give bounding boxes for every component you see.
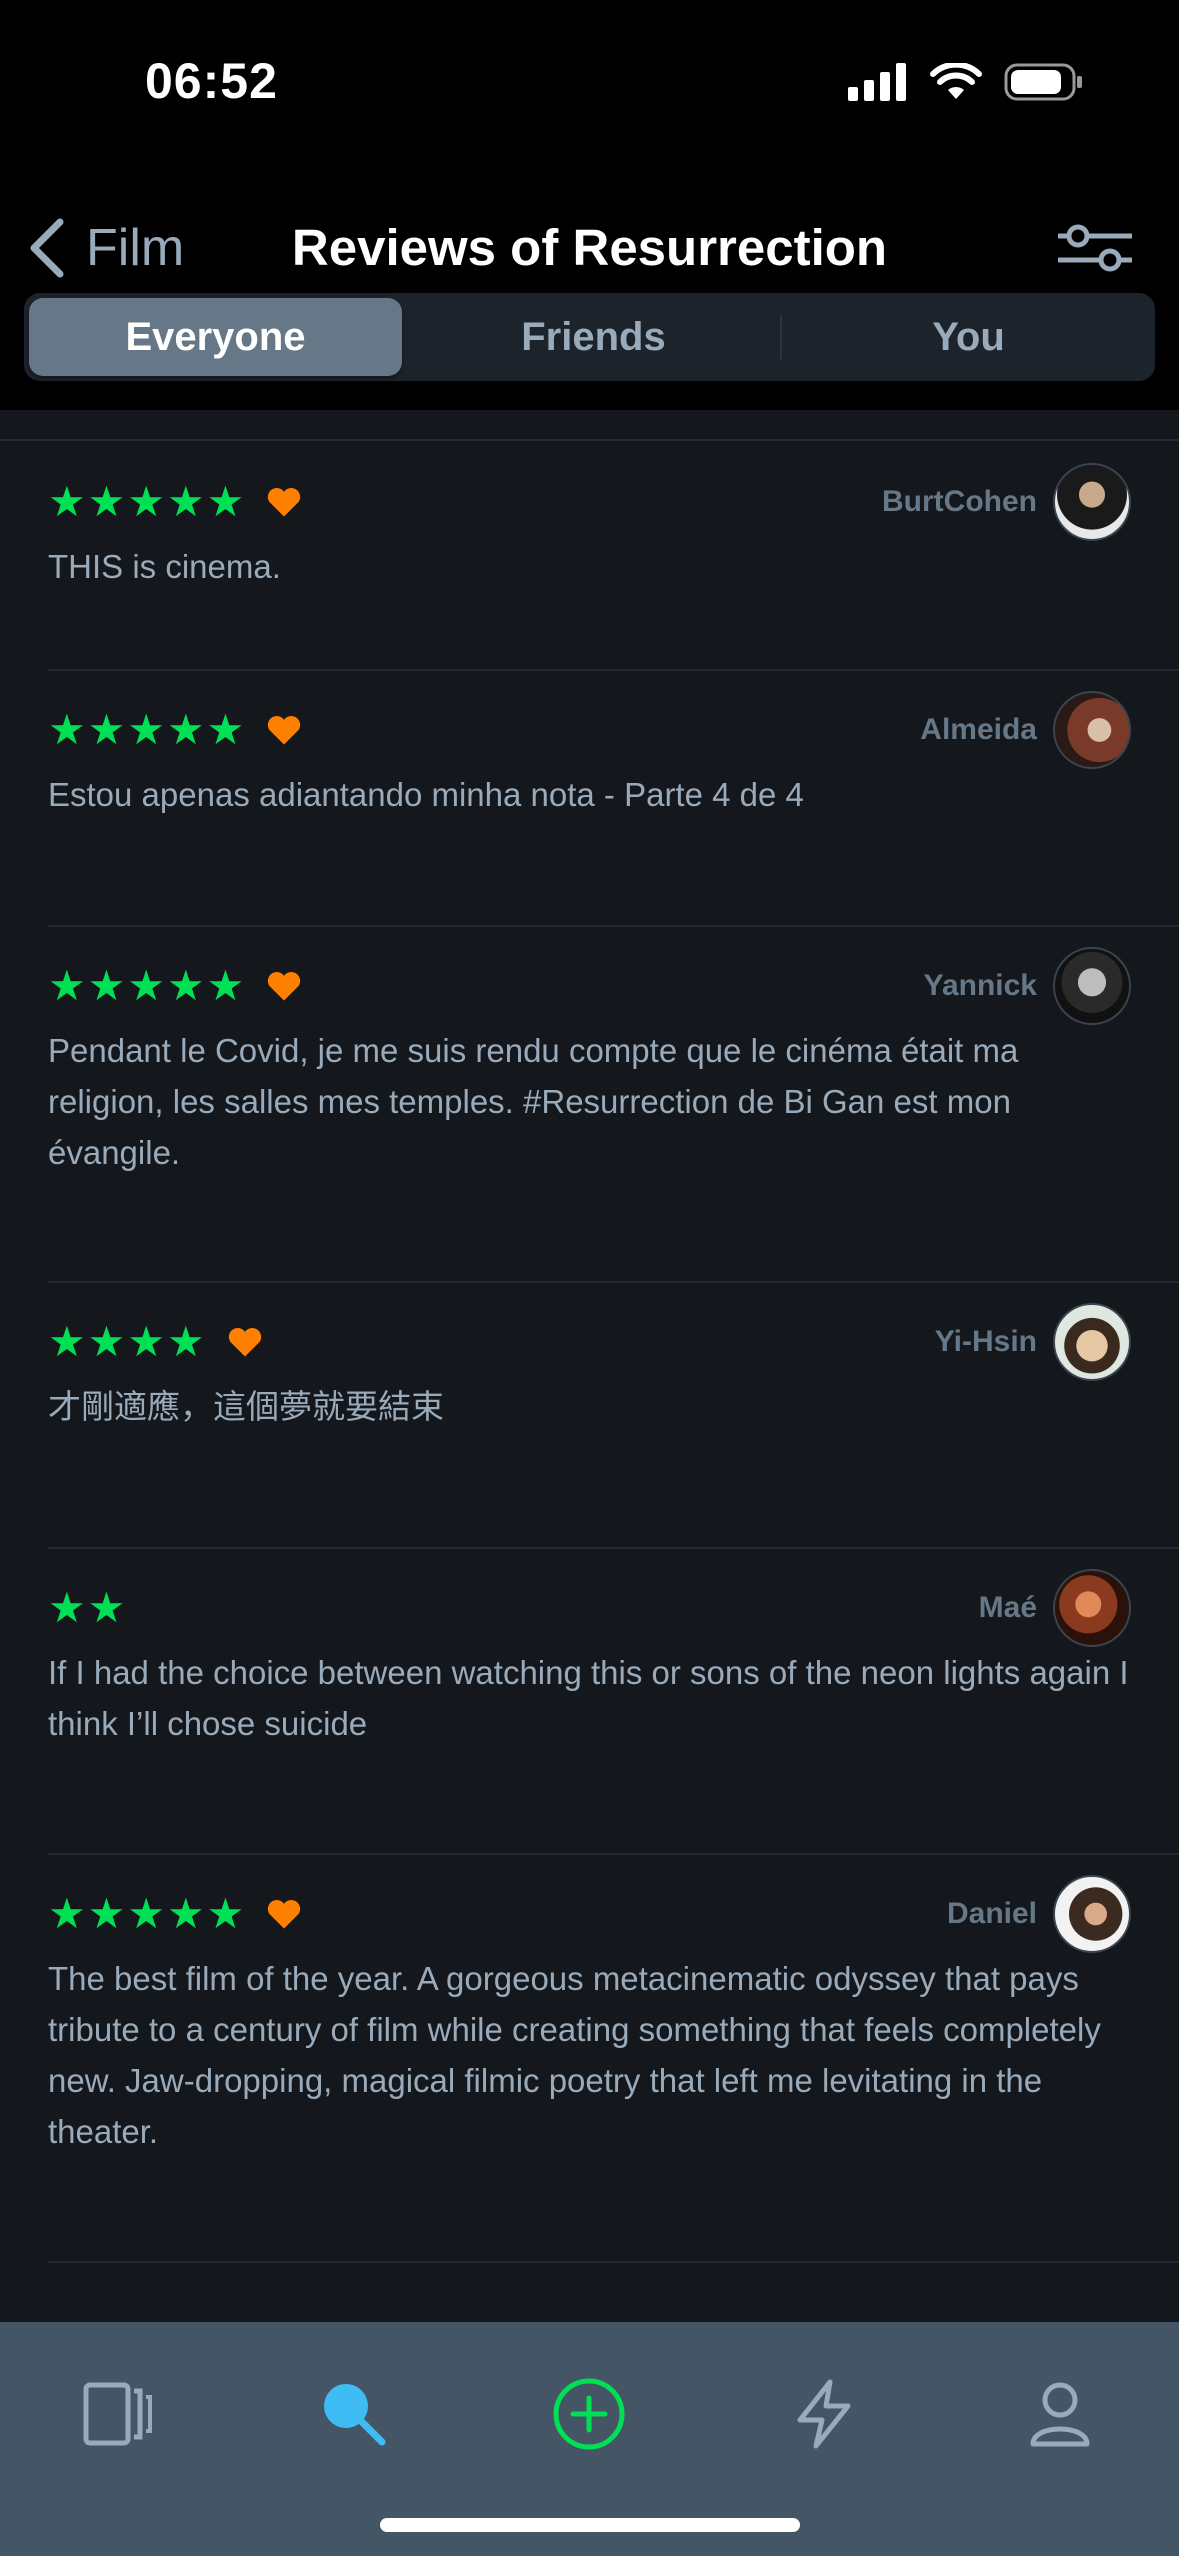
status-icons bbox=[848, 62, 1084, 102]
films-icon bbox=[83, 2382, 152, 2446]
star-icon: ★ bbox=[48, 1318, 86, 1365]
star-icon: ★ bbox=[206, 478, 245, 525]
segment-friends[interactable]: Friends bbox=[407, 293, 780, 381]
star-icon: ★ bbox=[166, 962, 205, 1009]
star-icon: ★ bbox=[127, 1318, 165, 1365]
star-icon: ★ bbox=[48, 1584, 86, 1631]
home-indicator[interactable] bbox=[380, 2518, 800, 2532]
heart-icon bbox=[266, 714, 302, 746]
avatar bbox=[1053, 1303, 1131, 1381]
review-item[interactable]: ★ ★ ★ ★ ★ Almeida Estou apenas adiantando mi… bbox=[48, 669, 1179, 927]
star-rating: ★ ★ ★ ★ ★ bbox=[48, 965, 302, 1007]
segment-everyone[interactable]: Everyone bbox=[29, 298, 402, 376]
username: Almeida bbox=[920, 713, 1037, 746]
review-item[interactable]: ★ ★ ★ ★ ★ Daniel The best film of the year. … bbox=[48, 1853, 1179, 2263]
review-text: The best film of the year. A gorgeous me… bbox=[48, 1960, 1101, 2150]
review-item[interactable]: ★ ★ ★ ★ Yi-Hsin 才剛適應，這個夢就要結束 bbox=[48, 1281, 1179, 1549]
review-author[interactable]: BurtCohen bbox=[882, 463, 1131, 541]
username: Maé bbox=[978, 1591, 1037, 1624]
star-icon: ★ bbox=[127, 478, 165, 525]
status-time: 06:52 bbox=[145, 53, 278, 109]
heart-icon bbox=[227, 1326, 263, 1358]
add-icon bbox=[553, 2378, 625, 2450]
star-icon: ★ bbox=[87, 1318, 126, 1365]
filter-button[interactable] bbox=[1049, 208, 1139, 288]
activity-icon bbox=[797, 2379, 851, 2449]
status-bar: 06:52 bbox=[0, 0, 1179, 170]
star-rating: ★ ★ ★ ★ ★ bbox=[48, 1893, 302, 1935]
review-item[interactable]: ★ ★ ★ ★ ★ BurtCohen THIS is cinema. bbox=[48, 441, 1179, 671]
review-text: Estou apenas adiantando minha nota - Par… bbox=[48, 776, 804, 813]
star-icon: ★ bbox=[166, 1890, 205, 1937]
star-icon: ★ bbox=[166, 478, 205, 525]
avatar bbox=[1053, 1875, 1131, 1953]
review-author[interactable]: Maé bbox=[979, 1569, 1131, 1647]
star-icon: ★ bbox=[166, 706, 205, 753]
star-icon: ★ bbox=[127, 706, 165, 753]
username: Yi-Hsin bbox=[934, 1325, 1037, 1358]
profile-icon bbox=[1030, 2382, 1090, 2447]
tab-search[interactable] bbox=[304, 2364, 404, 2464]
heart-icon bbox=[266, 970, 302, 1002]
username: Daniel bbox=[946, 1897, 1037, 1930]
tab-activity[interactable] bbox=[774, 2364, 874, 2464]
star-icon: ★ bbox=[87, 962, 126, 1009]
star-icon: ★ bbox=[87, 478, 126, 525]
review-list[interactable]: ★ ★ ★ ★ ★ BurtCohen THIS is cinema. ★ ★ ★ ★ ★ Al… bbox=[0, 410, 1179, 2322]
review-text: If I had the choice between watching thi… bbox=[48, 1654, 1129, 1742]
segmented-control: Everyone Friends You bbox=[24, 293, 1155, 381]
avatar bbox=[1053, 947, 1131, 1025]
avatar bbox=[1053, 691, 1131, 769]
star-rating: ★ ★ ★ ★ ★ bbox=[48, 481, 302, 523]
star-icon: ★ bbox=[48, 478, 86, 525]
page-title: Reviews of Resurrection bbox=[291, 219, 888, 276]
battery-icon bbox=[1004, 63, 1082, 101]
star-icon: ★ bbox=[48, 706, 86, 753]
wifi-icon bbox=[930, 63, 982, 99]
star-icon: ★ bbox=[127, 1890, 165, 1937]
review-author[interactable]: Yannick bbox=[924, 947, 1131, 1025]
review-text: Pendant le Covid, je me suis rendu compt… bbox=[48, 1032, 1019, 1171]
review-text: THIS is cinema. bbox=[48, 548, 281, 585]
tab-films[interactable] bbox=[68, 2364, 168, 2464]
search-icon bbox=[324, 2384, 386, 2446]
review-item[interactable]: ★ ★ ★ ★ ★ Yannick Pendant le Covid, je me su… bbox=[48, 925, 1179, 1283]
star-icon: ★ bbox=[206, 1890, 245, 1937]
sliders-icon bbox=[1058, 224, 1132, 272]
review-author[interactable]: Yi-Hsin bbox=[935, 1303, 1131, 1381]
star-icon: ★ bbox=[48, 1890, 86, 1937]
star-icon: ★ bbox=[206, 962, 245, 1009]
star-icon: ★ bbox=[48, 962, 86, 1009]
star-icon: ★ bbox=[87, 706, 126, 753]
avatar bbox=[1053, 1569, 1131, 1647]
tab-profile[interactable] bbox=[1010, 2364, 1110, 2464]
username: Yannick bbox=[923, 969, 1037, 1002]
heart-icon bbox=[266, 486, 302, 518]
star-icon: ★ bbox=[87, 1890, 126, 1937]
nav-bar: Film Reviews of Resurrection Everyone Fr… bbox=[0, 170, 1179, 410]
heart-icon bbox=[266, 1898, 302, 1930]
star-rating: ★ ★ ★ ★ bbox=[48, 1321, 263, 1363]
review-author[interactable]: Daniel bbox=[947, 1875, 1131, 1953]
star-icon: ★ bbox=[166, 1318, 205, 1365]
star-icon: ★ bbox=[206, 706, 245, 753]
review-text: 才剛適應，這個夢就要結束 bbox=[48, 1388, 444, 1425]
username: BurtCohen bbox=[882, 485, 1037, 518]
review-author[interactable]: Almeida bbox=[920, 691, 1131, 769]
review-item[interactable]: ★ ★ Maé If I had the choice between watch… bbox=[48, 1547, 1179, 1855]
cellular-signal-icon bbox=[848, 63, 906, 101]
star-rating: ★ ★ bbox=[48, 1587, 127, 1629]
tab-add[interactable] bbox=[539, 2364, 639, 2464]
star-icon: ★ bbox=[87, 1584, 126, 1631]
segment-you[interactable]: You bbox=[782, 293, 1155, 381]
avatar bbox=[1053, 463, 1131, 541]
star-icon: ★ bbox=[127, 962, 165, 1009]
star-rating: ★ ★ ★ ★ ★ bbox=[48, 709, 302, 751]
